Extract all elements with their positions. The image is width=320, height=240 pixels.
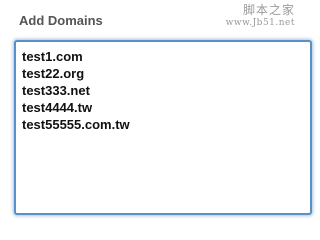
domain-line: test4444.tw xyxy=(22,100,93,115)
watermark-logo: 脚本之家 www.Jb51.net xyxy=(215,4,295,28)
domain-line: test22.org xyxy=(22,66,85,81)
domain-line: test333.net xyxy=(22,83,90,98)
watermark-url: www.Jb51.net xyxy=(225,18,295,28)
domains-textarea[interactable]: test1.com test22.org test333.net test444… xyxy=(14,40,312,215)
add-domains-label: Add Domains xyxy=(19,13,103,28)
domain-line: test55555.com.tw xyxy=(22,117,130,132)
domain-line: test1.com xyxy=(22,49,83,64)
watermark-title: 脚本之家 xyxy=(242,3,295,17)
